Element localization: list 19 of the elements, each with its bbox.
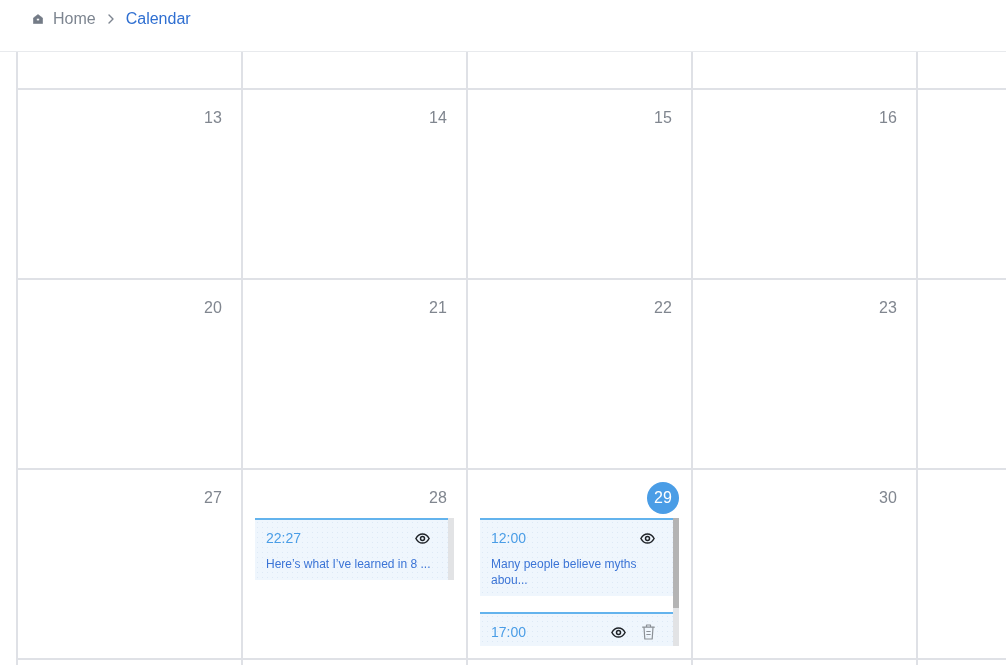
chevron-right-icon [107, 13, 114, 24]
event-description: Many people believe myths abou... [491, 556, 638, 588]
day-number: 29 [647, 482, 679, 514]
event-time: 22:27 [266, 529, 302, 548]
eye-icon[interactable] [611, 626, 626, 638]
event-time: 17:00 [491, 623, 527, 642]
event-card[interactable]: 12:00 Many people believe myths abou... [480, 518, 673, 596]
breadcrumb-link[interactable]: Calendar [125, 8, 191, 29]
trash-icon[interactable] [642, 624, 655, 640]
event-card[interactable]: 17:00 [480, 612, 673, 646]
home-icon [33, 13, 43, 24]
eye-icon[interactable] [415, 532, 430, 544]
event-description: Here’s what I’ve learned in 8 ... [266, 556, 432, 572]
event-card[interactable]: 22:27 Here’s what I’ve learned in 8 ... [255, 518, 448, 580]
breadcrumb-link[interactable]: Home [53, 8, 96, 29]
scrollbar[interactable] [448, 518, 454, 580]
event-time: 12:00 [491, 529, 527, 548]
scrollbar[interactable] [673, 518, 679, 646]
eye-icon[interactable] [640, 532, 655, 544]
